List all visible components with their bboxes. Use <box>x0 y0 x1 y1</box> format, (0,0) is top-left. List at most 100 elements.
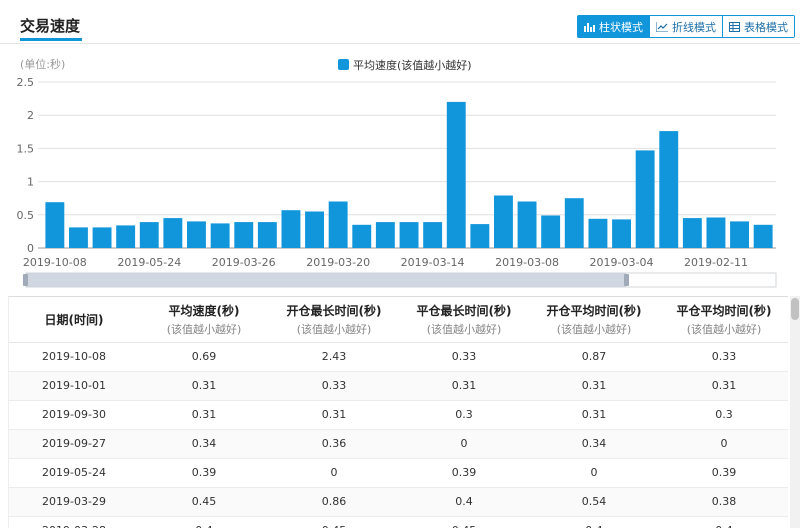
table-icon <box>729 21 740 32</box>
header-avg-speed: 平均速度(秒) (该值越小越好) <box>139 297 269 343</box>
cell-avg-speed: 0.31 <box>139 400 269 430</box>
slider-selection[interactable] <box>26 273 626 287</box>
bar[interactable] <box>494 195 513 249</box>
legend-label: 平均速度(该值越小越好) <box>353 58 472 72</box>
bar[interactable] <box>541 215 561 249</box>
bar[interactable] <box>139 222 159 248</box>
cell-avg-speed: 0.4 <box>139 516 269 528</box>
y-tick-label: 1 <box>27 176 34 189</box>
bar[interactable] <box>69 227 88 248</box>
bar-mode-button[interactable]: 柱状模式 <box>578 16 649 37</box>
bar[interactable] <box>635 150 655 248</box>
title-underline <box>20 38 82 41</box>
header-close-avg: 平仓平均时间(秒) (该值越小越好) <box>659 297 788 343</box>
bar[interactable] <box>163 218 183 248</box>
slider-handle-right[interactable] <box>624 274 629 286</box>
bar[interactable] <box>659 131 679 248</box>
cell-open-max: 0.31 <box>269 400 399 430</box>
bar[interactable] <box>399 222 419 248</box>
bar[interactable] <box>187 221 206 248</box>
cell-open-avg: 0 <box>529 458 659 488</box>
cell-open-avg: 0.4 <box>529 516 659 528</box>
bar[interactable] <box>116 225 136 248</box>
bar[interactable] <box>92 227 112 248</box>
cell-open-max: 0.33 <box>269 371 399 401</box>
bar[interactable] <box>612 219 631 248</box>
speed-table: 日期(时间) 平均速度(秒) (该值越小越好) 开仓最长时间(秒) (该值越小越好)… <box>9 297 788 528</box>
table-row: 2019-03-29 0.45 0.86 0.4 0.54 0.38 <box>9 487 788 517</box>
bar-chart-icon <box>584 22 595 32</box>
zoom-slider[interactable] <box>23 272 777 288</box>
cell-close-max: 0.3 <box>399 400 529 430</box>
cell-date: 2019-03-29 <box>9 487 139 517</box>
cell-open-max: 0.36 <box>269 429 399 459</box>
cell-close-avg: 0.31 <box>659 371 788 401</box>
cell-close-max: 0 <box>399 429 529 459</box>
table-row: 2019-09-27 0.34 0.36 0 0.34 0 <box>9 429 788 459</box>
cell-date: 2019-09-30 <box>9 400 139 430</box>
cell-avg-speed: 0.69 <box>139 342 269 372</box>
bar[interactable] <box>588 218 608 248</box>
bar[interactable] <box>753 224 773 248</box>
cell-close-avg: 0.4 <box>659 516 788 528</box>
line-mode-button[interactable]: 折线模式 <box>649 16 722 37</box>
bar[interactable] <box>257 222 277 248</box>
bar[interactable] <box>305 211 324 249</box>
page-title: 交易速度 <box>20 17 81 35</box>
cell-close-max: 0.31 <box>399 371 529 401</box>
speed-table-container: 日期(时间) 平均速度(秒) (该值越小越好) 开仓最长时间(秒) (该值越小越好)… <box>8 296 788 528</box>
y-tick-label: 1.5 <box>17 142 35 155</box>
table-scrollbar[interactable] <box>790 296 800 528</box>
bar[interactable] <box>446 101 466 249</box>
cell-date: 2019-09-27 <box>9 429 139 459</box>
cell-avg-speed: 0.39 <box>139 458 269 488</box>
cell-close-max: 0.39 <box>399 458 529 488</box>
cell-avg-speed: 0.45 <box>139 487 269 517</box>
bar[interactable] <box>564 198 584 248</box>
x-tick-label: 2019-10-08 <box>23 256 87 269</box>
cell-open-avg: 0.87 <box>529 342 659 372</box>
bar[interactable] <box>210 223 230 248</box>
cell-avg-speed: 0.31 <box>139 371 269 401</box>
cell-open-max: 0 <box>269 458 399 488</box>
y-tick-label: 0 <box>27 242 34 255</box>
header-date: 日期(时间) <box>9 297 139 343</box>
cell-open-max: 0.45 <box>269 516 399 528</box>
table-mode-label: 表格模式 <box>744 20 788 34</box>
bar[interactable] <box>45 202 65 248</box>
bar[interactable] <box>682 218 702 248</box>
bar[interactable] <box>423 222 443 248</box>
scrollbar-thumb[interactable] <box>791 298 799 320</box>
bar[interactable] <box>352 224 372 248</box>
cell-open-avg: 0.34 <box>529 429 659 459</box>
cell-close-avg: 0.38 <box>659 487 788 517</box>
bar[interactable] <box>375 222 395 248</box>
bar[interactable] <box>706 217 726 249</box>
bar[interactable] <box>470 224 490 248</box>
line-mode-label: 折线模式 <box>672 20 716 34</box>
x-tick-label: 2019-03-04 <box>590 256 654 269</box>
legend[interactable]: 平均速度(该值越小越好) <box>338 58 472 72</box>
bar[interactable] <box>328 201 348 249</box>
x-tick-label: 2019-03-20 <box>306 256 370 269</box>
x-tick-label: 2019-03-26 <box>212 256 276 269</box>
table-row: 2019-10-01 0.31 0.33 0.31 0.31 0.31 <box>9 371 788 401</box>
bar[interactable] <box>730 221 749 248</box>
x-tick-label: 2019-05-24 <box>117 256 181 269</box>
table-row: 2019-05-24 0.39 0 0.39 0 0.39 <box>9 458 788 488</box>
cell-close-avg: 0.39 <box>659 458 788 488</box>
bar[interactable] <box>517 201 537 249</box>
page-header: 交易速度 柱状模式 折线模式 表格模式 <box>0 0 800 44</box>
cell-avg-speed: 0.34 <box>139 429 269 459</box>
cell-close-max: 0.33 <box>399 342 529 372</box>
cell-close-max: 0.4 <box>399 487 529 517</box>
bar[interactable] <box>234 222 254 248</box>
unit-label: (单位:秒) <box>20 57 65 71</box>
cell-close-avg: 0 <box>659 429 788 459</box>
legend-swatch <box>338 59 349 70</box>
table-mode-button[interactable]: 表格模式 <box>722 16 794 37</box>
cell-date: 2019-10-08 <box>9 342 139 372</box>
slider-handle-left[interactable] <box>23 274 28 286</box>
table-row: 2019-10-08 0.69 2.43 0.33 0.87 0.33 <box>9 342 788 372</box>
bar[interactable] <box>281 210 301 248</box>
